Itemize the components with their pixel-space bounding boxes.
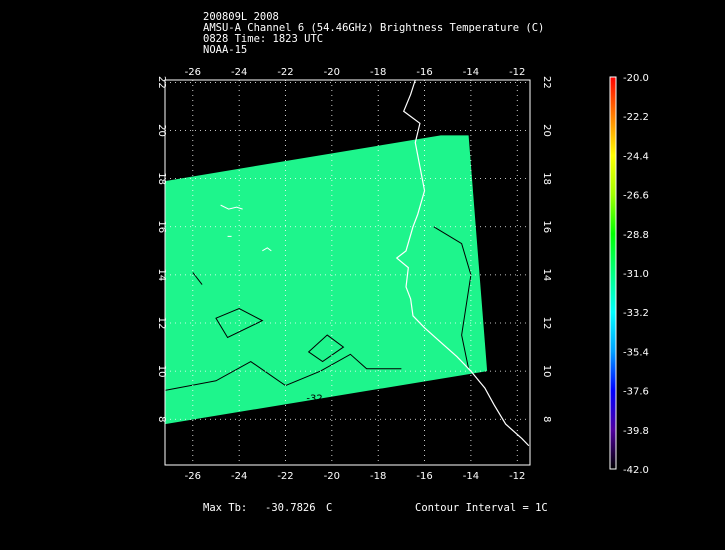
colorbar-tick-label: -42.0 [623,465,649,476]
colorbar-tick-label: -37.6 [623,387,649,398]
colorbar-tick-label: -24.4 [623,151,649,162]
colorbar-tick-label: -20.0 [623,73,649,84]
contour-interval: Contour Interval = 1C [415,502,548,514]
y-tick-label-right: 12 [541,317,552,330]
y-tick-label-right: 20 [541,124,552,137]
x-tick-label-bottom: -14 [463,471,479,482]
x-tick-label-bottom: -16 [416,471,432,482]
colorbar-tick-label: -31.0 [623,269,649,280]
x-tick-label-top: -18 [370,67,386,78]
max-tb-value: -30.7826 [265,502,316,514]
y-tick-label-left: 10 [156,365,167,378]
y-tick-label-left: 8 [156,416,167,422]
y-tick-label-left: 18 [156,172,167,185]
y-tick-label-right: 16 [541,220,552,233]
x-tick-label-bottom: -24 [231,471,247,482]
x-tick-label-bottom: -20 [324,471,340,482]
x-tick-label-bottom: -12 [509,471,525,482]
x-tick-label-top: -26 [185,67,201,78]
x-tick-label-top: -16 [416,67,432,78]
x-tick-label-top: -22 [277,67,293,78]
x-tick-label-top: -24 [231,67,247,78]
y-tick-label-left: 20 [156,124,167,137]
colorbar-tick-label: -39.8 [623,426,649,437]
x-tick-label-top: -12 [509,67,525,78]
y-tick-label-right: 14 [541,269,552,282]
map-plot: -32 -26 -26 -24 -24 -22 -22 -20 -20 -18 -18 -16 -16 -… [156,67,649,482]
colorbar-tick-label: -35.4 [623,347,649,358]
colorbar-tick-label: -33.2 [623,308,649,319]
y-tick-label-right: 10 [541,365,552,378]
contour-label: -32 [306,394,322,405]
x-tick-label-bottom: -26 [185,471,201,482]
y-tick-label-left: 14 [156,269,167,282]
x-tick-label-bottom: -18 [370,471,386,482]
y-tick-label-left: 22 [156,76,167,89]
y-tick-label-left: 12 [156,317,167,330]
y-tick-label-right: 22 [541,76,552,89]
colorbar-tick-label: -22.2 [623,112,649,123]
max-tb-label: Max Tb: [203,502,248,514]
y-tick-label-right: 18 [541,172,552,185]
y-tick-label-right: 8 [541,416,552,422]
y-tick-label-left: 16 [156,220,167,233]
max-tb-unit: C [326,502,333,514]
colorbar-tick-label: -26.6 [623,191,649,202]
x-tick-label-bottom: -22 [277,471,293,482]
colorbar-tick-label: -28.8 [623,230,649,241]
x-tick-label-top: -14 [463,67,479,78]
colorbar [609,76,617,470]
x-tick-label-top: -20 [324,67,340,78]
